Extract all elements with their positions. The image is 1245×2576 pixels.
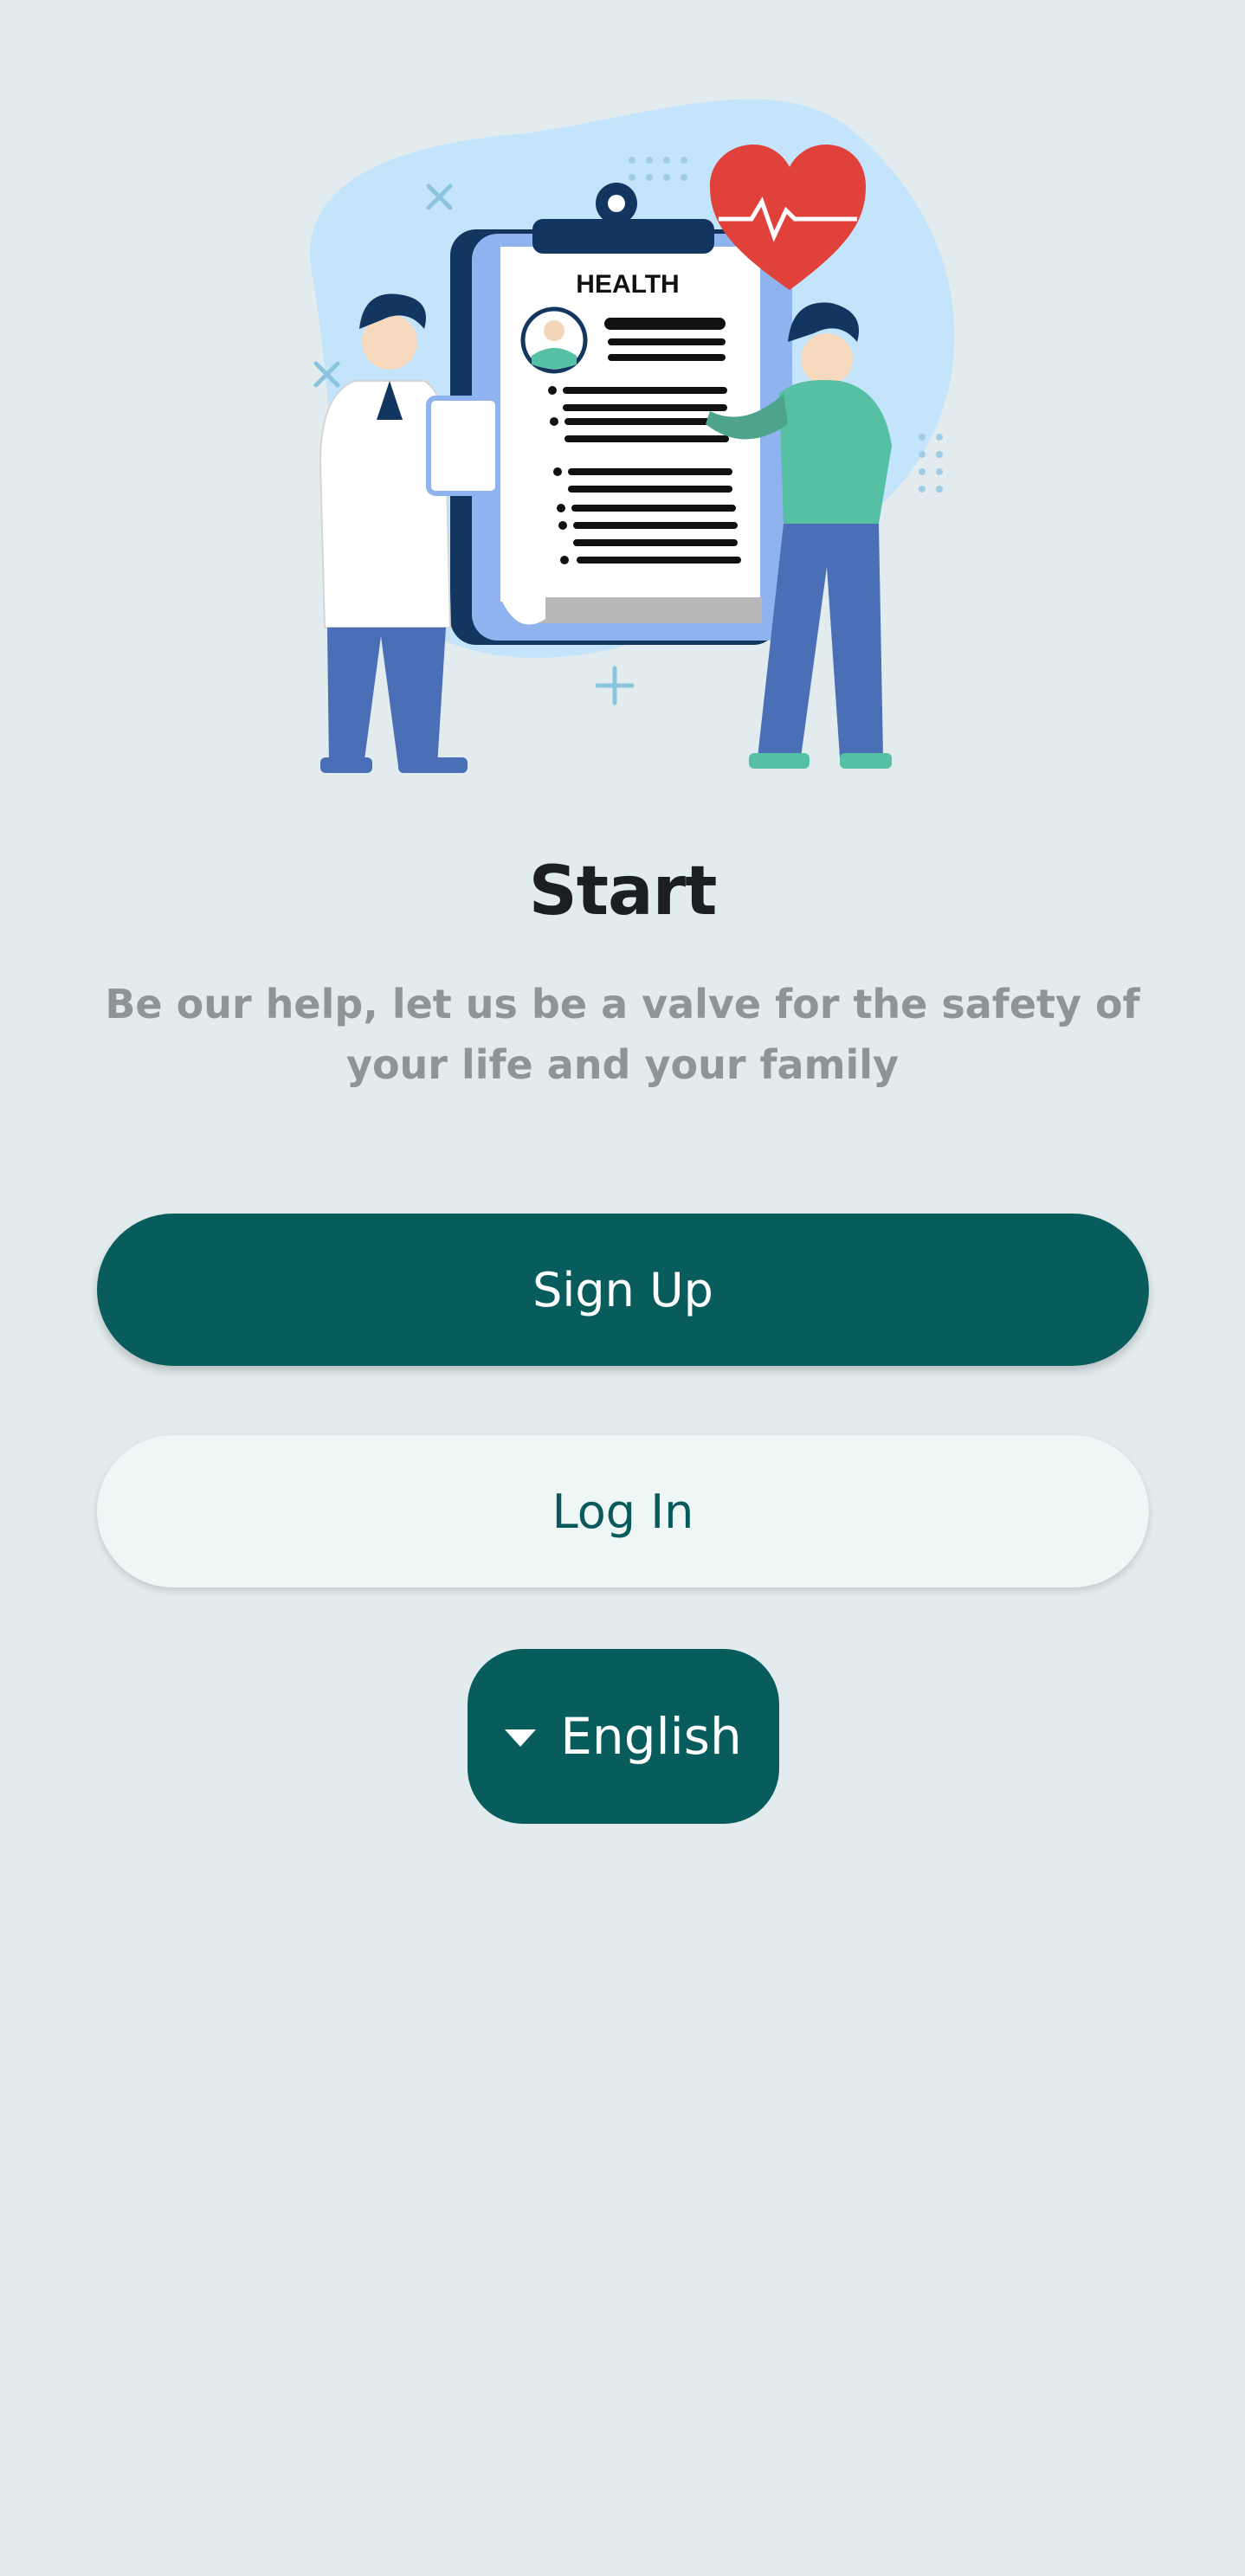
sign-up-button[interactable]: Sign Up — [97, 1214, 1149, 1366]
language-label: English — [560, 1707, 742, 1766]
log-in-button[interactable]: Log In — [97, 1435, 1149, 1587]
log-in-label: Log In — [552, 1484, 694, 1539]
clipboard-heading: HEALTH — [576, 270, 679, 299]
health-illustration: HEALTH — [260, 82, 978, 792]
sign-up-label: Sign Up — [532, 1262, 713, 1317]
caret-down-icon — [505, 1729, 537, 1747]
clipboard-icon: HEALTH — [450, 183, 792, 645]
page-subtitle: Be our help, let us be a valve for the s… — [105, 981, 1140, 1088]
page-title: Start — [528, 853, 718, 931]
language-dropdown[interactable]: English — [468, 1649, 779, 1824]
